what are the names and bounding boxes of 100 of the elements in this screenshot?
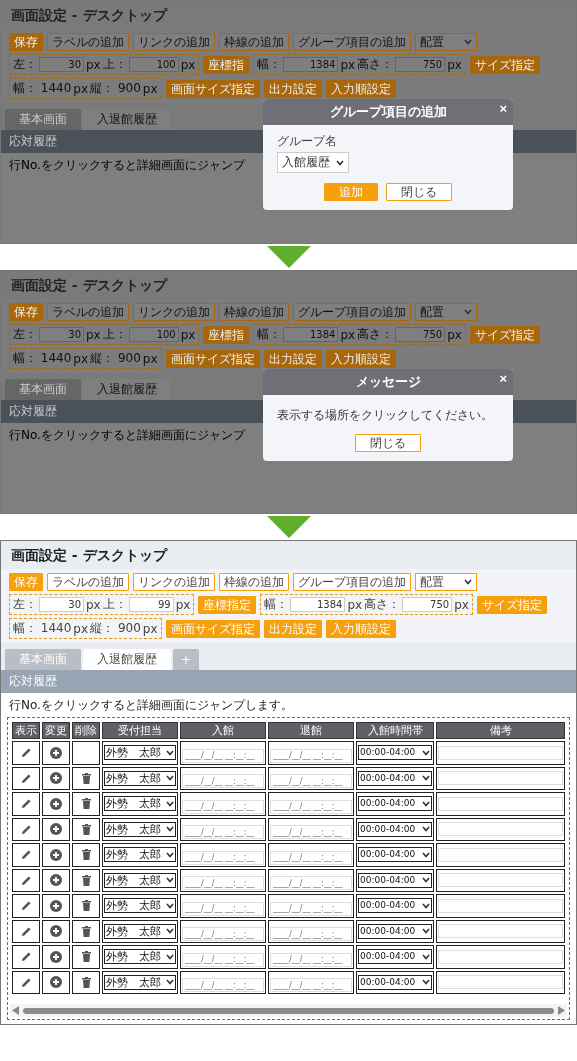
- date-field[interactable]: ____/__/__ __:__:__: [270, 978, 352, 992]
- time-select[interactable]: 00:00-04:00: [358, 974, 432, 990]
- time-select[interactable]: 00:00-04:00: [358, 770, 432, 786]
- staff-select[interactable]: 外勢 太郎: [104, 923, 176, 939]
- staff-select[interactable]: 外勢 太郎: [104, 745, 176, 761]
- toolbar-button[interactable]: リンクの追加: [133, 573, 215, 591]
- date-field[interactable]: ____/__/__ __:__:__: [182, 901, 264, 916]
- tab[interactable]: 入退館履歴: [83, 379, 171, 400]
- time-select[interactable]: 00:00-04:00: [358, 898, 432, 914]
- staff-select[interactable]: 外勢 太郎: [104, 872, 176, 888]
- time-select[interactable]: 00:00-04:00: [358, 872, 432, 888]
- layout-select[interactable]: 配置: [415, 33, 477, 51]
- date-field[interactable]: ____/__/__ __:__:__: [182, 748, 264, 763]
- dialog-button[interactable]: 閉じる: [355, 434, 421, 452]
- toolbar-button[interactable]: 枠線の追加: [219, 573, 289, 591]
- toolbar-button[interactable]: 座標指: [203, 55, 250, 74]
- date-field[interactable]: ____/__/__ __:__:__: [270, 799, 352, 814]
- time-select[interactable]: 00:00-04:00: [358, 745, 432, 761]
- number-field[interactable]: 100: [128, 327, 179, 342]
- toolbar-button[interactable]: ラベルの追加: [47, 573, 129, 591]
- toolbar-button[interactable]: 入力順設定: [325, 349, 396, 368]
- tab[interactable]: 入退館履歴: [83, 109, 171, 130]
- number-field[interactable]: 750: [395, 327, 446, 342]
- date-field[interactable]: ____/__/__ __:__:__: [182, 927, 264, 941]
- remarks-field[interactable]: [438, 924, 563, 939]
- tab[interactable]: 基本画面: [5, 379, 81, 400]
- time-select[interactable]: 00:00-04:00: [358, 847, 432, 863]
- number-field[interactable]: 750: [402, 597, 453, 612]
- date-field[interactable]: ____/__/__ __:__:__: [270, 952, 352, 967]
- number-field[interactable]: 1384: [283, 327, 339, 342]
- date-field[interactable]: ____/__/__ __:__:__: [270, 876, 352, 890]
- layout-select[interactable]: 配置: [415, 303, 477, 321]
- time-select[interactable]: 00:00-04:00: [358, 949, 432, 965]
- staff-select[interactable]: 外勢 太郎: [104, 898, 176, 914]
- date-field[interactable]: ____/__/__ __:__:__: [182, 774, 264, 788]
- dialog-button[interactable]: 閉じる: [386, 183, 452, 201]
- toolbar-button[interactable]: 枠線の追加: [219, 33, 289, 51]
- toolbar-button[interactable]: 出力設定: [263, 349, 322, 368]
- date-field[interactable]: ____/__/__ __:__:__: [182, 978, 264, 992]
- toolbar-button[interactable]: グループ項目の追加: [293, 33, 411, 51]
- staff-select[interactable]: 外勢 太郎: [104, 949, 176, 965]
- date-field[interactable]: ____/__/__ __:__:__: [270, 850, 352, 865]
- number-field[interactable]: 30: [39, 597, 84, 612]
- toolbar-button[interactable]: 座標指: [203, 325, 250, 344]
- toolbar-button[interactable]: 画面サイズ指定: [165, 349, 260, 368]
- toolbar-button[interactable]: サイズ指定: [469, 325, 540, 344]
- toolbar-button[interactable]: 保存: [9, 33, 43, 51]
- time-select[interactable]: 00:00-04:00: [358, 923, 432, 939]
- date-field[interactable]: ____/__/__ __:__:__: [182, 850, 264, 865]
- toolbar-button[interactable]: 枠線の追加: [219, 303, 289, 321]
- staff-select[interactable]: 外勢 太郎: [104, 847, 176, 863]
- number-field[interactable]: 750: [395, 57, 446, 72]
- remarks-field[interactable]: [438, 873, 563, 888]
- toolbar-button[interactable]: グループ項目の追加: [293, 303, 411, 321]
- staff-select[interactable]: 外勢 太郎: [104, 770, 176, 786]
- remarks-field[interactable]: [438, 975, 563, 990]
- scroll-thumb[interactable]: [23, 1007, 554, 1014]
- toolbar-button[interactable]: 出力設定: [263, 79, 322, 98]
- number-field[interactable]: 30: [39, 57, 84, 72]
- remarks-field[interactable]: [438, 847, 563, 862]
- date-field[interactable]: ____/__/__ __:__:__: [270, 748, 352, 763]
- date-field[interactable]: ____/__/__ __:__:__: [270, 774, 352, 788]
- toolbar-button[interactable]: ラベルの追加: [47, 33, 129, 51]
- toolbar-button[interactable]: 画面サイズ指定: [165, 79, 260, 98]
- number-field[interactable]: 99: [128, 597, 174, 612]
- number-field[interactable]: 100: [128, 57, 179, 72]
- date-field[interactable]: ____/__/__ __:__:__: [182, 825, 264, 839]
- tab[interactable]: 入退館履歴: [83, 649, 171, 670]
- toolbar-button[interactable]: リンクの追加: [133, 33, 215, 51]
- layout-select[interactable]: 配置: [415, 573, 477, 591]
- toolbar-button[interactable]: サイズ指定: [469, 55, 540, 74]
- remarks-field[interactable]: [438, 771, 563, 786]
- date-field[interactable]: ____/__/__ __:__:__: [182, 876, 264, 890]
- staff-select[interactable]: 外勢 太郎: [104, 974, 176, 990]
- time-select[interactable]: 00:00-04:00: [358, 821, 432, 837]
- remarks-field[interactable]: [438, 745, 563, 760]
- time-select[interactable]: 00:00-04:00: [358, 796, 432, 812]
- toolbar-button[interactable]: ラベルの追加: [47, 303, 129, 321]
- close-button[interactable]: ×: [499, 372, 507, 386]
- staff-select[interactable]: 外勢 太郎: [104, 821, 176, 837]
- tab[interactable]: 基本画面: [5, 109, 81, 130]
- date-field[interactable]: ____/__/__ __:__:__: [270, 927, 352, 941]
- staff-select[interactable]: 外勢 太郎: [104, 796, 176, 812]
- remarks-field[interactable]: [438, 822, 563, 837]
- number-field[interactable]: 1384: [283, 57, 339, 72]
- scrollbar[interactable]: [10, 1004, 567, 1017]
- date-field[interactable]: ____/__/__ __:__:__: [270, 901, 352, 916]
- toolbar-button[interactable]: グループ項目の追加: [293, 573, 411, 591]
- close-button[interactable]: ×: [499, 102, 507, 116]
- date-field[interactable]: ____/__/__ __:__:__: [270, 825, 352, 839]
- toolbar-button[interactable]: 入力順設定: [325, 79, 396, 98]
- number-field[interactable]: 1384: [290, 597, 346, 612]
- date-field[interactable]: ____/__/__ __:__:__: [182, 952, 264, 967]
- remarks-field[interactable]: [438, 898, 563, 913]
- remarks-field[interactable]: [438, 949, 563, 964]
- toolbar-button[interactable]: 保存: [9, 303, 43, 321]
- remarks-field[interactable]: [438, 796, 563, 811]
- toolbar-button[interactable]: リンクの追加: [133, 303, 215, 321]
- date-field[interactable]: ____/__/__ __:__:__: [182, 799, 264, 814]
- number-field[interactable]: 30: [39, 327, 84, 342]
